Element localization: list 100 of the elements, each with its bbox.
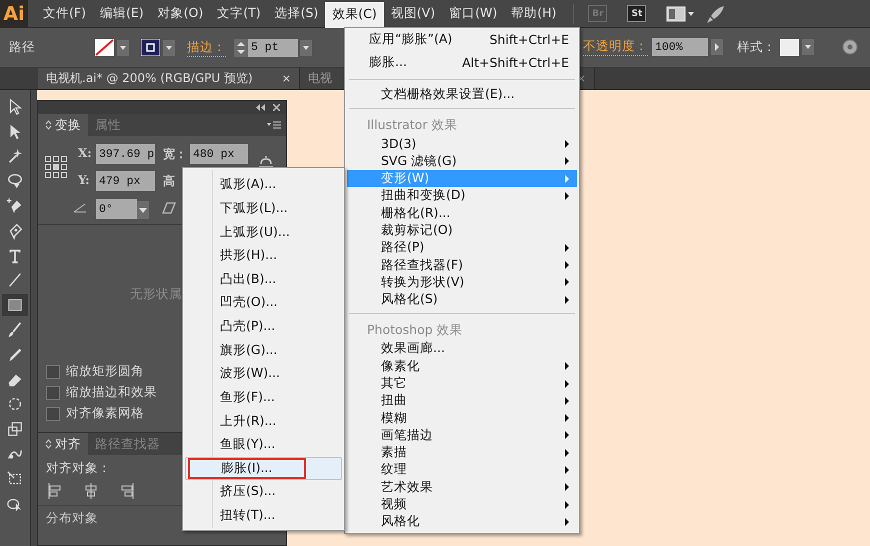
checkbox-label: 缩放描边和效果 — [66, 384, 157, 401]
collapse-icon[interactable] — [256, 104, 265, 111]
menu-item[interactable]: 风格化(S) — [347, 290, 577, 308]
menu-item[interactable]: 素描 — [347, 444, 577, 462]
menu-item[interactable]: 扭曲和变换(D) — [347, 187, 577, 204]
menu-section-header: Illustrator 效果 — [367, 116, 458, 134]
globe-icon[interactable] — [842, 39, 858, 55]
submenu-arrow-icon — [565, 380, 569, 388]
menu-item[interactable]: 转换为形状(V) — [347, 274, 577, 291]
rotate-angle-field[interactable]: 0° — [96, 199, 137, 219]
align-objects-label: 对齐对象： — [46, 460, 111, 477]
menu-item[interactable]: 上弧形(U)... — [185, 220, 342, 244]
checkbox-option[interactable]: 缩放矩形圆角 — [46, 363, 144, 380]
menu-item[interactable]: 效果(C) — [325, 2, 384, 28]
menu-item[interactable]: 扭曲 — [347, 392, 577, 410]
tool-button[interactable] — [2, 294, 28, 316]
menu-item[interactable]: 裁剪标记(O) — [347, 222, 577, 240]
submenu-arrow-icon — [565, 396, 569, 405]
menu-item[interactable]: 帮助(H) — [504, 4, 564, 24]
close-icon[interactable] — [273, 104, 280, 111]
app-button[interactable]: St — [627, 5, 646, 22]
menu-item[interactable]: 凸壳(P)... — [185, 314, 342, 338]
menu-item[interactable]: 画笔描边 — [347, 426, 577, 444]
app-logo: Ai — [0, 0, 28, 28]
menu-item[interactable]: 鱼眼(Y)... — [185, 432, 342, 456]
close-button[interactable]: × — [282, 72, 291, 85]
workspace-layout-icon[interactable] — [666, 6, 694, 22]
shear-icon — [162, 202, 176, 214]
x-label: X: — [78, 146, 92, 160]
checkbox-option[interactable]: 对齐像素网格 — [46, 405, 144, 422]
fill-swatch[interactable] — [95, 39, 114, 56]
menu-item[interactable]: 路径查找器(F) — [347, 256, 577, 274]
menu-item[interactable]: 膨胀(I)... — [185, 456, 342, 480]
align-right-icon[interactable] — [120, 483, 134, 499]
height-label: 高 — [163, 173, 175, 190]
y-label: Y: — [78, 173, 90, 187]
menu-item[interactable]: 编辑(E) — [92, 4, 151, 24]
submenu-arrow-icon — [565, 296, 569, 304]
menu-item[interactable]: 路径(P) — [347, 239, 577, 256]
menu-item[interactable]: 弧形(A)... — [185, 173, 342, 197]
menu-item[interactable]: 对象(O) — [150, 4, 210, 24]
stroke-label[interactable]: 描边： — [187, 38, 226, 56]
menu-item[interactable]: 栅格化(R)... — [347, 204, 577, 222]
empty-state-message: 无形状属 — [130, 286, 182, 302]
menu-section-header: Photoshop 效果 — [367, 322, 463, 339]
menu-item[interactable]: 艺术效果 — [347, 478, 577, 496]
menu-item[interactable]: 选择(S) — [268, 4, 326, 24]
opacity-label[interactable]: 不透明度： — [583, 38, 648, 56]
menu-item[interactable]: 风格化 — [347, 513, 577, 531]
panel-menu-icon[interactable] — [267, 121, 281, 129]
stroke-swatch[interactable] — [141, 39, 160, 56]
menu-item[interactable]: 膨胀... Alt+Shift+Ctrl+E — [347, 51, 577, 74]
menu-item[interactable]: 文字(T) — [210, 4, 268, 24]
menu-item[interactable]: 视频 — [347, 496, 577, 514]
document-tab[interactable]: 电视机.ai* @ 200% (RGB/GPU 预览) × — [38, 68, 300, 89]
menu-item[interactable]: 凹壳(O)... — [185, 291, 342, 315]
submenu-arrow-icon — [565, 244, 569, 252]
menu-item[interactable]: 应用“膨胀”(A) Shift+Ctrl+E — [347, 28, 577, 51]
panel-tab[interactable]: 对齐 — [38, 433, 88, 455]
x-field[interactable]: 397.69 p — [96, 144, 155, 164]
menu-item[interactable]: 波形(W)... — [185, 362, 342, 386]
menu-item[interactable]: 效果画廊... — [347, 340, 577, 358]
y-field[interactable]: 479 px — [96, 171, 155, 191]
menu-item[interactable]: 挤压(S)... — [185, 480, 342, 504]
expand-toggle-icon — [45, 120, 52, 130]
checkbox[interactable] — [46, 406, 60, 420]
menu-item[interactable]: 凸出(B)... — [185, 268, 342, 292]
submenu-arrow-icon — [565, 483, 569, 492]
menu-item[interactable]: 下弧形(L)... — [185, 196, 342, 220]
stroke-weight-field[interactable]: 5 pt — [248, 38, 298, 56]
menu-item[interactable]: 上升(R)... — [185, 409, 342, 433]
menu-item[interactable]: 旗形(G)... — [185, 338, 342, 362]
menu-item[interactable]: 鱼形(F)... — [185, 386, 342, 410]
menu-item[interactable]: 模糊 — [347, 409, 577, 427]
magic-wand-icon — [6, 147, 24, 166]
checkbox[interactable] — [46, 386, 60, 400]
menu-item[interactable]: 像素化 — [347, 358, 577, 375]
panel-tab[interactable]: 变换 — [38, 114, 88, 136]
menu-item[interactable]: 3D(3) — [347, 135, 577, 153]
checkbox[interactable] — [46, 364, 60, 378]
style-swatch[interactable] — [780, 38, 799, 56]
submenu-arrow-icon — [565, 140, 569, 148]
opacity-field[interactable]: 100% — [652, 38, 708, 56]
lasso-icon — [6, 172, 24, 190]
align-center-icon[interactable] — [84, 483, 98, 499]
menu-item[interactable]: 拱形(H)... — [185, 244, 342, 268]
menu-item[interactable]: 文件(F) — [36, 4, 93, 24]
width-field[interactable]: 480 px — [190, 144, 248, 164]
menu-item[interactable]: 其它 — [347, 374, 577, 392]
menu-item[interactable]: 纹理 — [347, 461, 577, 479]
checkbox-option[interactable]: 缩放描边和效果 — [46, 384, 157, 401]
menu-item[interactable]: 窗口(W) — [442, 4, 504, 24]
menu-item[interactable]: 文档栅格效果设置(E)... — [347, 86, 577, 104]
menu-item[interactable]: 视图(V) — [384, 4, 442, 24]
align-left-icon[interactable] — [48, 483, 62, 499]
expand-toggle-icon — [45, 439, 52, 449]
reference-point-icon[interactable] — [45, 156, 67, 178]
angle-icon — [73, 203, 87, 213]
menu-item[interactable]: SVG 滤镜(G) — [347, 152, 577, 170]
scale-icon — [6, 420, 24, 438]
